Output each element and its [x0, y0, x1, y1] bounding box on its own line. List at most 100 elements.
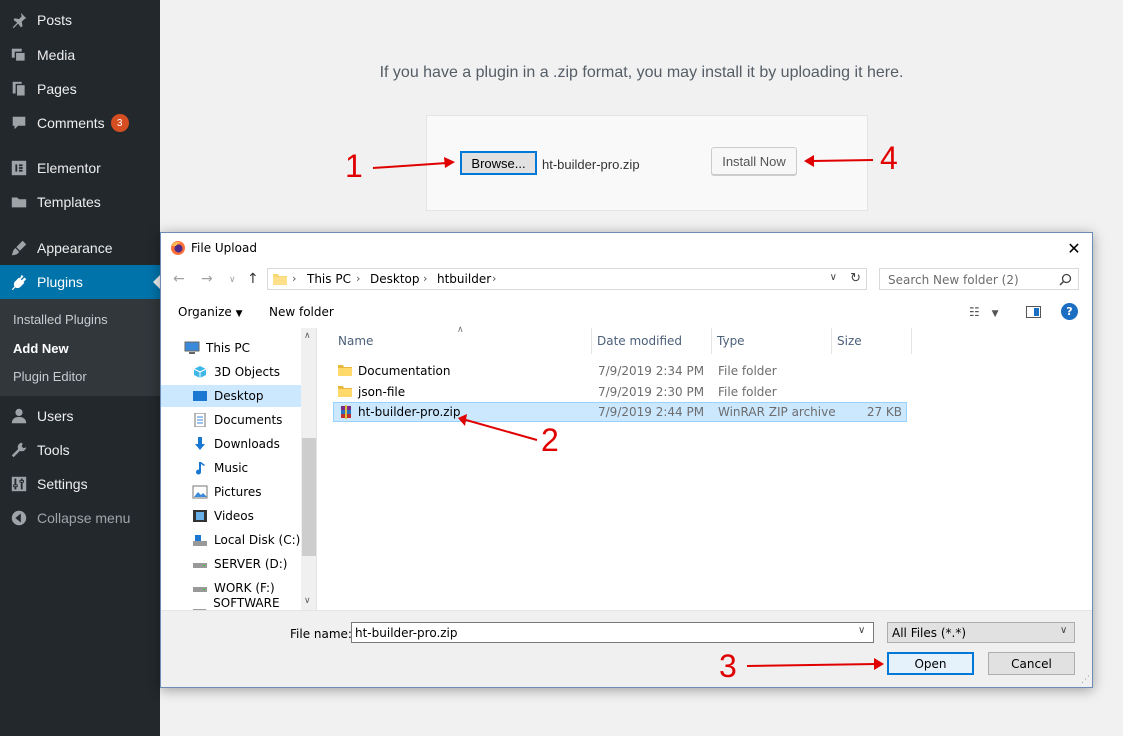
nav-item-music[interactable]: Music [161, 457, 301, 479]
scrollbar-thumb[interactable] [302, 438, 316, 556]
nav-item-label: Documents [214, 413, 283, 427]
sidebar-item-media[interactable]: Media [0, 38, 160, 72]
search-input[interactable]: Search New folder (2) [879, 268, 1079, 290]
sidebar-item-templates[interactable]: Templates [0, 185, 160, 219]
breadcrumb-desktop[interactable]: Desktop [370, 272, 420, 286]
pages-icon [0, 72, 37, 106]
scroll-down-icon[interactable]: ∨ [304, 596, 311, 606]
breadcrumb-separator: › [492, 272, 497, 285]
file-type: File folder [718, 364, 777, 378]
file-name: json-file [358, 385, 406, 399]
file-list: ∧ Name Date modified Type Size Documenta… [333, 325, 1091, 610]
sidebar-item-appearance[interactable]: Appearance [0, 231, 160, 265]
submenu-add-new[interactable]: Add New [13, 341, 69, 356]
folder-icon [0, 185, 37, 219]
upload-form: Browse... ht-builder-pro.zip Install Now [426, 115, 868, 211]
help-icon[interactable]: ? [1061, 303, 1078, 320]
nav-item-label: Downloads [214, 437, 280, 451]
submenu-plugin-editor[interactable]: Plugin Editor [13, 369, 87, 384]
sidebar-item-label: Users [37, 408, 74, 424]
nav-item-desktop[interactable]: Desktop [161, 385, 301, 407]
comment-icon [0, 106, 37, 140]
chosen-file-name: ht-builder-pro.zip [542, 157, 640, 172]
sidebar-item-comments[interactable]: Comments 3 [0, 106, 160, 140]
nav-item-3d-objects[interactable]: 3D Objects [161, 361, 301, 383]
up-arrow-icon[interactable]: ↑ [247, 271, 259, 287]
sidebar-item-settings[interactable]: Settings [0, 467, 160, 501]
install-now-button[interactable]: Install Now [711, 147, 797, 175]
upload-help-text: If you have a plugin in a .zip format, y… [379, 64, 904, 81]
column-header-date-modified[interactable]: Date modified [592, 328, 712, 354]
drive-icon [192, 609, 207, 610]
nav-item-label: WORK (F:) [214, 581, 275, 595]
search-placeholder: Search New folder (2) [888, 273, 1019, 287]
forward-arrow-icon[interactable]: → [201, 271, 213, 287]
nav-item-videos[interactable]: Videos [161, 505, 301, 527]
details-view-icon: ☷ [969, 305, 980, 319]
nav-item-documents[interactable]: Documents [161, 409, 301, 431]
breadcrumb-htbuilder[interactable]: htbuilder [437, 272, 491, 286]
file-type-select[interactable]: All Files (*.*) [887, 622, 1075, 643]
file-row[interactable]: Documentation 7/9/2019 2:34 PM File fold… [333, 361, 907, 381]
file-type: WinRAR ZIP archive [718, 405, 836, 419]
file-type: File folder [718, 385, 777, 399]
sidebar-item-posts[interactable]: Posts [0, 3, 160, 37]
navigation-scrollbar[interactable]: ∧ ∨ [301, 328, 316, 610]
search-icon [1059, 273, 1072, 286]
sidebar-item-tools[interactable]: Tools [0, 433, 160, 467]
dialog-titlebar[interactable]: File Upload ✕ [161, 233, 1092, 263]
chevron-down-icon[interactable]: ∨ [858, 625, 865, 636]
file-row[interactable]: json-file 7/9/2019 2:30 PM File folder [333, 382, 907, 402]
dialog-footer: File name: ∨ All Files (*.*) ∨ Open Canc… [161, 610, 1092, 687]
sidebar-item-label: Plugins [37, 274, 83, 290]
scroll-up-icon[interactable]: ∧ [304, 331, 311, 341]
cancel-button[interactable]: Cancel [988, 652, 1075, 675]
nav-item-pictures[interactable]: Pictures [161, 481, 301, 503]
sidebar-item-label: Templates [37, 194, 101, 210]
organize-button[interactable]: Organize ▼ [178, 305, 243, 319]
submenu-installed-plugins[interactable]: Installed Plugins [13, 312, 108, 327]
chevron-down-icon[interactable]: ∨ [1060, 625, 1067, 636]
browse-button[interactable]: Browse... [460, 151, 537, 175]
column-header-size[interactable]: Size [832, 328, 912, 354]
sidebar-item-users[interactable]: Users [0, 399, 160, 433]
nav-item-label: SOFTWARE (G:) [213, 596, 280, 610]
open-button[interactable]: Open [887, 652, 974, 675]
elementor-icon [0, 151, 37, 185]
new-folder-button[interactable]: New folder [269, 305, 334, 319]
nav-item-label: Music [214, 461, 249, 475]
nav-item-downloads[interactable]: Downloads [161, 433, 301, 455]
sidebar-item-plugins[interactable]: Plugins [0, 265, 160, 299]
nav-item-server-d[interactable]: SERVER (D:) [161, 553, 301, 575]
column-header-type[interactable]: Type [712, 328, 832, 354]
sidebar-item-elementor[interactable]: Elementor [0, 151, 160, 185]
view-options-button[interactable]: ☷ ▼ [969, 305, 999, 319]
close-icon[interactable]: ✕ [1064, 238, 1084, 258]
column-header-name[interactable]: Name [333, 328, 592, 354]
file-upload-dialog: File Upload ✕ ← → ∨ ↑ › This PC › Deskto… [160, 232, 1093, 688]
recent-locations-icon[interactable]: ∨ [229, 275, 236, 285]
collapse-menu-button[interactable]: Collapse menu [0, 501, 160, 535]
breadcrumb-this-pc[interactable]: This PC [307, 272, 351, 286]
resize-grip-icon[interactable]: ⋰ [1081, 675, 1090, 685]
file-date: 7/9/2019 2:34 PM [598, 364, 705, 378]
plugins-submenu: Installed Plugins Add New Plugin Editor [0, 299, 160, 396]
downloads-icon [195, 437, 205, 450]
nav-item-software-g[interactable]: SOFTWARE (G:) [161, 596, 301, 610]
sidebar-item-label: Tools [37, 442, 70, 458]
dialog-title: File Upload [191, 241, 257, 255]
chevron-down-icon[interactable]: ∨ [830, 272, 837, 283]
nav-item-this-pc[interactable]: This PC [161, 337, 301, 359]
file-name-input[interactable] [351, 622, 874, 643]
preview-pane-icon[interactable] [1026, 306, 1041, 318]
sidebar-item-pages[interactable]: Pages [0, 72, 160, 106]
file-row-selected[interactable]: ht-builder-pro.zip 7/9/2019 2:44 PM WinR… [333, 402, 907, 422]
back-arrow-icon[interactable]: ← [173, 271, 185, 287]
nav-item-local-disk-c[interactable]: Local Disk (C:) [161, 529, 301, 551]
sidebar-item-label: Collapse menu [37, 510, 131, 526]
music-icon [196, 462, 205, 475]
address-bar[interactable]: › This PC › Desktop › htbuilder › ∨ ↻ [267, 268, 867, 290]
caret-down-icon: ▼ [235, 309, 243, 319]
refresh-icon[interactable]: ↻ [850, 271, 861, 286]
sidebar-item-label: Appearance [37, 240, 113, 256]
